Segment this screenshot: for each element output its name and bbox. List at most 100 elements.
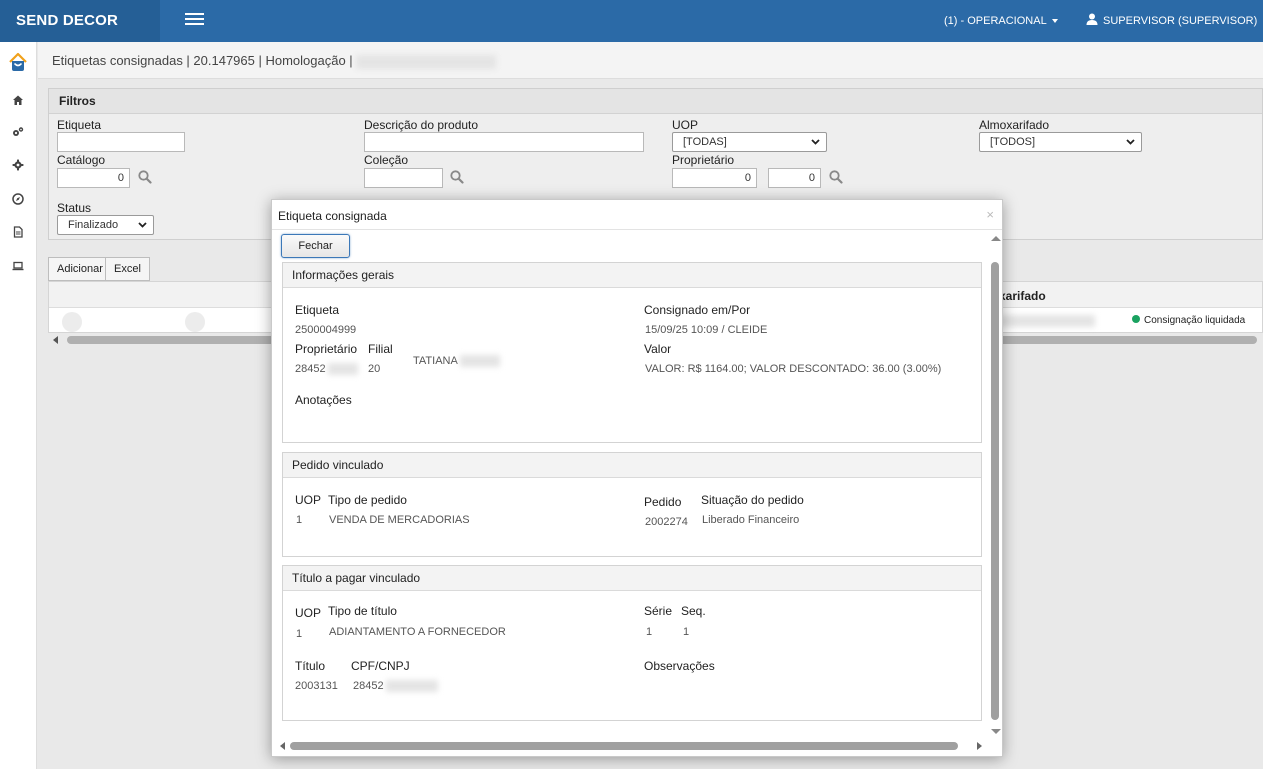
- serie-label: Série: [644, 604, 673, 618]
- user-dropdown[interactable]: SUPERVISOR (SUPERVISOR): [1086, 0, 1263, 66]
- modal-title: Etiqueta consignada: [278, 209, 387, 223]
- image-icon[interactable]: [185, 312, 205, 332]
- almox-label: Almoxarifado: [979, 118, 1050, 132]
- etiqueta-input[interactable]: [57, 132, 185, 152]
- catalogo-input[interactable]: 0: [57, 168, 130, 188]
- context-label: (1) - OPERACIONAL: [944, 15, 1047, 27]
- proprietario-nome-text: TATIANA: [413, 355, 458, 367]
- catalogo-label: Catálogo: [57, 153, 106, 167]
- status-dot-icon: [1132, 315, 1140, 323]
- info-panel-title: Informações gerais: [283, 263, 981, 288]
- compass-icon[interactable]: [10, 191, 26, 207]
- excel-button[interactable]: Excel: [105, 257, 150, 281]
- user-label: SUPERVISOR (SUPERVISOR): [1103, 15, 1258, 27]
- breadcrumb-text: Etiquetas consignadas | 20.147965 | Homo…: [52, 53, 353, 68]
- uop-select[interactable]: [TODAS]: [672, 132, 827, 152]
- gear-icon[interactable]: [10, 157, 26, 173]
- cogs-icon[interactable]: [10, 124, 26, 140]
- redacted-text: [356, 54, 497, 69]
- status-label: Status: [57, 201, 92, 215]
- cpf-label: CPF/CNPJ: [351, 659, 410, 673]
- seq-label: Seq.: [681, 604, 706, 618]
- proprietario-value-text: 28452: [295, 363, 326, 375]
- etiqueta-value: 2500004999: [295, 324, 357, 336]
- status-text: Consignação liquidada: [1144, 315, 1246, 326]
- pedido-panel-title: Pedido vinculado: [283, 453, 981, 478]
- document-icon[interactable]: [10, 224, 26, 240]
- etiqueta-label: Etiqueta: [57, 118, 102, 132]
- redacted-text: [999, 315, 1095, 327]
- consignado-label: Consignado em/Por: [644, 303, 751, 317]
- anotacoes-label: Anotações: [295, 393, 352, 407]
- proprietario-nome: TATIANA: [413, 355, 500, 368]
- scroll-up-icon[interactable]: [991, 236, 1001, 241]
- scrollbar-thumb[interactable]: [991, 262, 999, 720]
- proprietario-filial-input[interactable]: 0: [768, 168, 821, 188]
- context-dropdown[interactable]: (1) - OPERACIONAL: [944, 0, 1058, 42]
- breadcrumb-bar: Etiquetas consignadas | 20.147965 | Homo…: [38, 42, 1263, 79]
- search-icon[interactable]: [829, 170, 843, 184]
- chevron-down-icon: [138, 222, 147, 228]
- proprietario-value: 28452: [295, 363, 358, 376]
- scroll-right-icon[interactable]: [977, 742, 982, 750]
- modal-horizontal-scrollbar[interactable]: [276, 739, 988, 753]
- scroll-left-icon[interactable]: [280, 742, 285, 750]
- uop-label: UOP: [295, 606, 322, 620]
- redacted-text: [459, 355, 500, 368]
- sidebar: [0, 42, 37, 769]
- uop-label: UOP: [295, 493, 322, 507]
- view-icon[interactable]: [62, 312, 82, 332]
- divider: [272, 229, 1002, 230]
- status-select[interactable]: Finalizado: [57, 215, 154, 235]
- hamburger-menu-icon[interactable]: [185, 13, 204, 27]
- seq-value: 1: [683, 626, 690, 638]
- valor-label: Valor: [644, 342, 672, 356]
- status-select-value: Finalizado: [68, 219, 119, 231]
- almox-select[interactable]: [TODOS]: [979, 132, 1142, 152]
- fechar-button[interactable]: Fechar: [281, 234, 350, 258]
- caret-down-icon: [1051, 19, 1058, 24]
- proprietario-input[interactable]: 0: [672, 168, 757, 188]
- uop-value: 1: [296, 628, 303, 640]
- colecao-label: Coleção: [364, 153, 409, 167]
- top-bar: SEND DECOR (1) - OPERACIONAL SUPERVISOR …: [0, 0, 1263, 66]
- tipo-titulo-label: Tipo de título: [328, 604, 397, 618]
- uop-select-value: [TODAS]: [683, 136, 727, 148]
- uop-label: UOP: [672, 118, 699, 132]
- colecao-input[interactable]: [364, 168, 443, 188]
- search-icon[interactable]: [138, 170, 152, 184]
- info-panel: Informações gerais Etiqueta 2500004999 C…: [282, 262, 982, 443]
- valor-value: VALOR: R$ 1164.00; VALOR DESCONTADO: 36.…: [645, 363, 942, 375]
- laptop-icon[interactable]: [10, 258, 26, 274]
- etiqueta-modal: Etiqueta consignada × Fechar Informações…: [271, 199, 1003, 757]
- filters-title: Filtros: [49, 89, 1262, 114]
- redacted-text: [385, 680, 438, 693]
- pedido-panel: Pedido vinculado UOP 1 Tipo de pedido VE…: [282, 452, 982, 557]
- table-row-status: Consignação liquidada: [1132, 315, 1245, 326]
- titulo-label: Título: [295, 659, 326, 673]
- cpf-value-text: 28452: [353, 680, 384, 692]
- home-icon[interactable]: [10, 92, 26, 108]
- scroll-left-icon[interactable]: [53, 336, 58, 344]
- adicionar-button[interactable]: Adicionar: [48, 257, 112, 281]
- app-logo-icon[interactable]: [7, 51, 29, 73]
- search-icon[interactable]: [450, 170, 464, 184]
- titulo-panel: Título a pagar vinculado UOP 1 Tipo de t…: [282, 565, 982, 721]
- observacoes-label: Observações: [644, 659, 715, 673]
- serie-value: 1: [646, 626, 653, 638]
- brand-logo[interactable]: SEND DECOR: [0, 0, 160, 42]
- scrollbar-thumb[interactable]: [290, 742, 958, 750]
- etiqueta-label: Etiqueta: [295, 303, 340, 317]
- filial-value: 20: [368, 363, 381, 375]
- close-icon[interactable]: ×: [986, 208, 994, 221]
- scroll-down-icon[interactable]: [991, 729, 1001, 734]
- titulo-value: 2003131: [295, 680, 338, 692]
- descricao-input[interactable]: [364, 132, 644, 152]
- filial-label: Filial: [368, 342, 393, 356]
- tipo-pedido-label: Tipo de pedido: [328, 493, 407, 507]
- modal-vertical-scrollbar[interactable]: [988, 232, 1002, 738]
- almox-select-value: [TODOS]: [990, 136, 1036, 148]
- descricao-label: Descrição do produto: [364, 118, 479, 132]
- situacao-value: Liberado Financeiro: [702, 514, 800, 526]
- cpf-value: 28452: [353, 680, 438, 693]
